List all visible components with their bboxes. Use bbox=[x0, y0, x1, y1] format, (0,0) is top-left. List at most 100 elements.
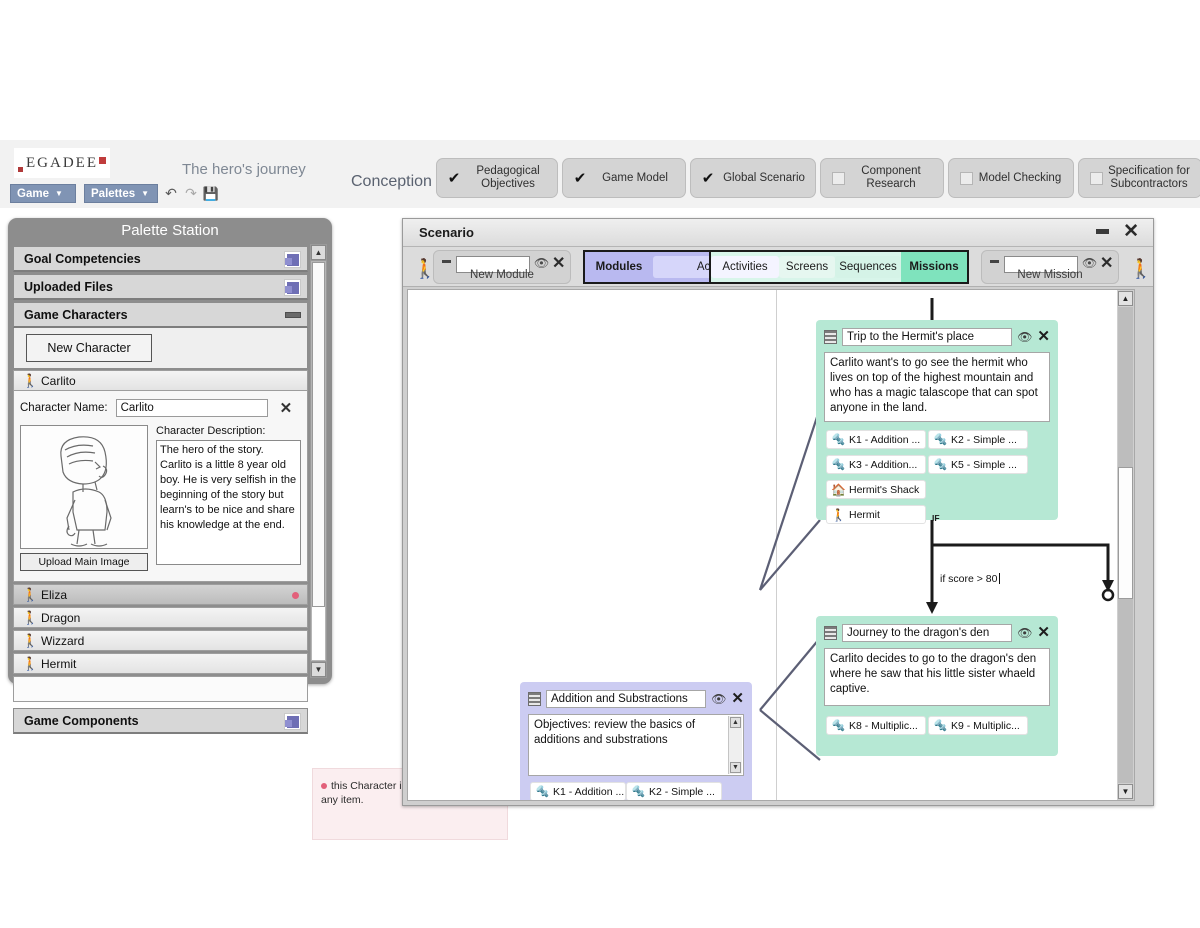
legadee-application: EGADEE Game ▼ Palettes ▼ ↶ ↷ 💾 The hero'… bbox=[0, 140, 1200, 750]
tab-missions[interactable]: Missions bbox=[901, 252, 967, 282]
mission-card-description[interactable]: Carlito want's to go see the hermit who … bbox=[824, 352, 1050, 422]
step-specification-for-subcontractors[interactable]: Specification forSubcontractors bbox=[1078, 158, 1200, 198]
sidebar-item-goal-competencies[interactable]: Goal Competencies bbox=[13, 246, 308, 272]
eye-icon[interactable]: 👁 bbox=[711, 692, 726, 706]
menu-game[interactable]: Game ▼ bbox=[10, 184, 76, 203]
character-row-eliza[interactable]: 🚶Eliza bbox=[13, 584, 308, 605]
eye-icon[interactable]: 👁 bbox=[1082, 256, 1097, 270]
section-label: Game Characters bbox=[24, 308, 128, 322]
minus-icon[interactable] bbox=[990, 260, 999, 263]
sidebar-item-game-components[interactable]: Game Components bbox=[13, 708, 308, 734]
connector-endpoint-icon bbox=[1103, 590, 1113, 600]
step-component-research[interactable]: ComponentResearch bbox=[820, 158, 944, 198]
module-card[interactable]: Addition and Substractions 👁 ✕ Objective… bbox=[520, 682, 752, 801]
character-name: Hermit bbox=[41, 657, 76, 671]
save-icon[interactable]: 💾 bbox=[202, 184, 220, 203]
sidebar-item-game-characters[interactable]: Game Characters bbox=[13, 302, 308, 328]
tab-modules[interactable]: Modules bbox=[585, 252, 653, 282]
drag-handle-icon[interactable] bbox=[824, 626, 837, 640]
right-tab-bar: Activities Screens Sequences Missions bbox=[709, 250, 969, 284]
character-row-dragon[interactable]: 🚶Dragon bbox=[13, 607, 308, 628]
chip-label: K5 - Simple ... bbox=[951, 459, 1017, 471]
competency-chip[interactable]: 🏠Hermit's Shack bbox=[826, 480, 926, 499]
scroll-up-icon[interactable]: ▲ bbox=[730, 717, 741, 728]
character-icon: 🚶 bbox=[22, 587, 37, 603]
tab-sequences[interactable]: Sequences bbox=[835, 256, 901, 278]
drag-handle-icon[interactable] bbox=[528, 692, 541, 706]
new-mission-label: New Mission bbox=[982, 269, 1118, 281]
scroll-down-icon[interactable]: ▼ bbox=[1118, 784, 1133, 799]
competency-chip[interactable]: 🚶Hermit bbox=[826, 505, 926, 524]
module-card-title[interactable]: Addition and Substractions bbox=[546, 690, 706, 708]
sidebar-item-uploaded-files[interactable]: Uploaded Files bbox=[13, 274, 308, 300]
competency-chip[interactable]: 🔩K2 - Simple ... bbox=[626, 782, 722, 801]
step-pedagogical-objectives[interactable]: ✔PedagogicalObjectives bbox=[436, 158, 558, 198]
mission-card-hermit[interactable]: Trip to the Hermit's place 👁 ✕ Carlito w… bbox=[816, 320, 1058, 520]
close-icon[interactable]: ✕ bbox=[1123, 221, 1139, 243]
warning-dot-icon[interactable] bbox=[292, 592, 299, 599]
canvas-scroll-thumb[interactable] bbox=[1118, 467, 1133, 599]
module-card-description[interactable]: Objectives: review the basics of additio… bbox=[528, 714, 744, 776]
branch-condition-label[interactable]: if score > 80 bbox=[938, 572, 1002, 586]
scroll-up-icon[interactable]: ▲ bbox=[311, 245, 326, 260]
minimize-icon[interactable] bbox=[1096, 229, 1109, 234]
step-global-scenario[interactable]: ✔Global Scenario bbox=[690, 158, 816, 198]
menu-palettes[interactable]: Palettes ▼ bbox=[84, 184, 158, 203]
drag-handle-icon[interactable] bbox=[824, 330, 837, 344]
character-sketch-icon bbox=[21, 426, 148, 549]
eye-icon[interactable]: 👁 bbox=[1017, 330, 1032, 344]
close-icon[interactable]: ✕ bbox=[731, 692, 744, 706]
competency-chip[interactable]: 🔩K8 - Multiplic... bbox=[826, 716, 926, 735]
scroll-down-icon[interactable]: ▼ bbox=[311, 662, 326, 677]
description-scrollbar[interactable]: ▲ ▼ bbox=[728, 716, 742, 774]
step-model-checking[interactable]: Model Checking bbox=[948, 158, 1074, 198]
eye-icon[interactable]: 👁 bbox=[534, 256, 549, 270]
close-icon[interactable]: ✕ bbox=[1037, 626, 1050, 640]
scenario-window-title: Scenario bbox=[419, 225, 474, 240]
scenario-canvas[interactable]: Addition and Substractions 👁 ✕ Objective… bbox=[407, 289, 1135, 801]
scroll-down-icon[interactable]: ▼ bbox=[730, 762, 741, 773]
competency-chip[interactable]: 🔩K5 - Simple ... bbox=[928, 455, 1028, 474]
tab-activities[interactable]: Activities bbox=[711, 256, 779, 278]
palette-scroll-thumb[interactable] bbox=[312, 262, 325, 607]
character-row-carlito[interactable]: 🚶 Carlito bbox=[13, 370, 308, 391]
character-row-wizzard[interactable]: 🚶Wizzard bbox=[13, 630, 308, 651]
puzzle-icon[interactable] bbox=[284, 279, 301, 296]
new-character-button[interactable]: New Character bbox=[26, 334, 152, 362]
puzzle-icon[interactable] bbox=[284, 251, 301, 268]
mission-card-description[interactable]: Carlito decides to go to the dragon's de… bbox=[824, 648, 1050, 706]
competency-chip[interactable]: 🔩K2 - Simple ... bbox=[928, 430, 1028, 449]
eye-icon[interactable]: 👁 bbox=[1017, 626, 1032, 640]
redo-icon[interactable]: ↷ bbox=[182, 184, 200, 203]
mission-card-dragon[interactable]: Journey to the dragon's den 👁 ✕ Carlito … bbox=[816, 616, 1058, 756]
puzzle-icon[interactable] bbox=[284, 713, 301, 730]
character-row-hermit[interactable]: 🚶Hermit bbox=[13, 653, 308, 674]
canvas-scroll-track[interactable] bbox=[1118, 307, 1133, 783]
close-icon[interactable]: ✕ bbox=[280, 399, 293, 417]
competency-chip[interactable]: 🔩K9 - Multiplic... bbox=[928, 716, 1028, 735]
upload-main-image-button[interactable]: Upload Main Image bbox=[20, 553, 148, 571]
mission-card-title[interactable]: Journey to the dragon's den bbox=[842, 624, 1012, 642]
character-list: 🚶Eliza🚶Dragon🚶Wizzard🚶Hermit bbox=[13, 584, 308, 674]
mission-card-title[interactable]: Trip to the Hermit's place bbox=[842, 328, 1012, 346]
minus-icon[interactable] bbox=[442, 260, 451, 263]
competency-chip[interactable]: 🔩K1 - Addition ... bbox=[530, 782, 626, 801]
competency-chip[interactable]: 🔩K1 - Addition ... bbox=[826, 430, 926, 449]
step-game-model[interactable]: ✔Game Model bbox=[562, 158, 686, 198]
character-name-input[interactable]: Carlito bbox=[116, 399, 268, 417]
tab-screens[interactable]: Screens bbox=[779, 256, 835, 278]
close-icon[interactable]: ✕ bbox=[1037, 330, 1050, 344]
competency-chip[interactable]: 🔩K3 - Addition... bbox=[826, 455, 926, 474]
character-description-input[interactable]: The hero of the story. Carlito is a litt… bbox=[156, 440, 301, 565]
undo-icon[interactable]: ↶ bbox=[162, 184, 180, 203]
scenario-toolbar: 🚶 👁 ✕ New Module Modules Acts Activities… bbox=[403, 247, 1153, 287]
arrow-head-icon bbox=[1102, 580, 1114, 592]
game-characters-pane: New Character bbox=[13, 328, 308, 368]
palette-scroll-track[interactable] bbox=[311, 261, 326, 661]
canvas-scrollbar[interactable]: ▲ ▼ bbox=[1117, 290, 1134, 800]
scroll-up-icon[interactable]: ▲ bbox=[1118, 291, 1133, 306]
character-description-block: Character Description: The hero of the s… bbox=[156, 425, 301, 571]
palette-sections: Goal Competencies Uploaded Files Game Ch… bbox=[13, 244, 308, 734]
minus-icon[interactable] bbox=[285, 312, 301, 318]
palette-scrollbar[interactable]: ▲ ▼ bbox=[310, 244, 327, 678]
